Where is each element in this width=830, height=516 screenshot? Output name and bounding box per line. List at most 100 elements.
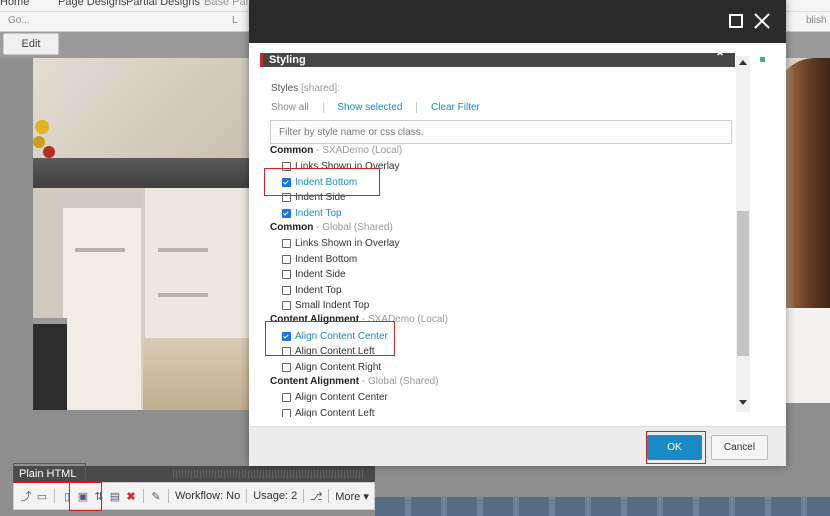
style-option[interactable]: Indent Top: [282, 284, 342, 297]
kitchen-backsplash: [33, 58, 249, 158]
personalize-icon[interactable]: ✎: [149, 489, 163, 503]
style-option-label: Indent Side: [295, 269, 346, 281]
group-scope: - SXADemo (Local): [313, 145, 403, 156]
fruit-decoration: [35, 120, 49, 134]
checkbox-icon[interactable]: [282, 239, 291, 249]
style-option-label: Indent Top: [295, 284, 342, 296]
checkbox-icon[interactable]: [282, 393, 291, 403]
clear-filter-link[interactable]: Clear Filter: [431, 102, 480, 113]
link-separator: [416, 102, 418, 113]
scroll-up-icon[interactable]: [739, 60, 747, 65]
checked-checkbox-icon[interactable]: [282, 331, 291, 341]
filter-links: Show all Show selected Clear Filter: [271, 102, 480, 113]
ribbon-tab[interactable]: Home: [0, 0, 29, 8]
checkbox-icon[interactable]: [282, 162, 291, 172]
group-name: Common: [270, 145, 314, 156]
style-option-label: Links Shown in Overlay: [295, 238, 400, 250]
component-label[interactable]: Plain HTML: [13, 466, 375, 482]
style-group-header: Common - SXADemo (Local): [270, 145, 402, 156]
group-scope: - Global (Shared): [359, 376, 439, 387]
show-all-link[interactable]: Show all: [271, 102, 309, 113]
maximize-icon[interactable]: [729, 14, 743, 28]
checkbox-icon[interactable]: [282, 301, 291, 310]
style-option[interactable]: Indent Top: [282, 207, 342, 220]
edit-text-icon[interactable]: ▭: [35, 489, 49, 503]
style-option[interactable]: Links Shown in Overlay: [282, 160, 400, 173]
kitchen-oven: [33, 318, 67, 410]
checkbox-icon[interactable]: [282, 193, 291, 203]
ribbon-sub-item[interactable]: L: [232, 15, 238, 26]
page-strip: [375, 497, 830, 516]
checkbox-icon[interactable]: [282, 270, 291, 280]
group-name: Content Alignment: [270, 376, 360, 387]
kitchen-image[interactable]: [33, 58, 249, 410]
group-name: Common: [270, 222, 314, 233]
style-option-label: Links Shown in Overlay: [295, 161, 400, 173]
workflow-status: Workflow: No: [175, 490, 241, 502]
status-indicator: [760, 57, 765, 62]
ok-button[interactable]: OK: [647, 435, 702, 460]
test-icon[interactable]: ⎇: [309, 489, 323, 503]
ribbon-sub-item[interactable]: blish: [806, 15, 827, 26]
drag-handle[interactable]: [173, 470, 363, 478]
toolbar-separator: [168, 489, 169, 503]
checked-checkbox-icon[interactable]: [282, 177, 291, 187]
ribbon-sub-item[interactable]: Go...: [8, 15, 30, 26]
show-selected-link[interactable]: Show selected: [337, 102, 402, 113]
style-option-label: Align Content Left: [295, 346, 375, 358]
scrollbar-thumb[interactable]: [737, 211, 749, 356]
style-option[interactable]: Indent Side: [282, 191, 346, 204]
component-toolbar: ⤴ ▭ ▯ ▣ ⇅ ▤ ✖ ✎ Workflow: No Usage: 2 ⎇ …: [13, 482, 375, 510]
move-component-icon[interactable]: ⇅: [92, 489, 106, 503]
checkbox-icon[interactable]: [282, 362, 291, 372]
style-option[interactable]: Indent Bottom: [282, 176, 357, 189]
cancel-button[interactable]: Cancel: [711, 435, 768, 460]
style-group-header: Content Alignment - Global (Shared): [270, 376, 439, 387]
ribbon-tab[interactable]: Page Designs: [58, 0, 127, 8]
style-option[interactable]: Indent Bottom: [282, 253, 357, 266]
checkbox-icon[interactable]: [282, 347, 291, 357]
select-parent-icon[interactable]: ⤴: [19, 489, 33, 503]
style-option[interactable]: Align Content Center: [282, 391, 388, 404]
cabinet-handle: [158, 293, 208, 297]
toolbar-separator: [328, 489, 330, 503]
style-option-label: Align Content Right: [295, 361, 382, 373]
style-option[interactable]: Indent Side: [282, 268, 346, 281]
checkbox-icon[interactable]: [282, 254, 291, 264]
ribbon-tab[interactable]: Partial Designs: [126, 0, 200, 8]
delete-icon[interactable]: ✖: [124, 489, 138, 503]
toolbar-separator: [54, 489, 55, 503]
checked-checkbox-icon[interactable]: [282, 208, 291, 218]
data-source-icon[interactable]: ▤: [108, 489, 122, 503]
styles-label: Styles [shared]:: [271, 83, 340, 94]
style-option[interactable]: Align Content Left: [282, 345, 375, 358]
style-option[interactable]: Small Indent Top: [282, 299, 369, 312]
filter-input[interactable]: [270, 120, 732, 144]
styles-label-text: Styles: [271, 83, 299, 94]
style-option-label: Indent Side: [295, 192, 346, 204]
edit-button[interactable]: Edit: [3, 33, 59, 55]
kitchen-floor: [143, 338, 249, 410]
more-menu[interactable]: More ▾: [335, 490, 369, 503]
section-header[interactable]: Styling ⌃: [260, 53, 735, 67]
scrollbar[interactable]: [736, 56, 750, 412]
scroll-down-icon[interactable]: [739, 400, 747, 405]
rendering-properties-icon[interactable]: ▯: [60, 489, 74, 503]
style-option[interactable]: Align Content Right: [282, 361, 381, 374]
style-option[interactable]: Align Content Left: [282, 407, 375, 417]
toolbar-separator: [246, 489, 248, 503]
checkbox-icon[interactable]: [282, 408, 291, 417]
close-icon[interactable]: [752, 11, 772, 31]
styling-icon[interactable]: ▣: [76, 489, 90, 503]
component-name: Plain HTML: [19, 468, 77, 480]
checkbox-icon[interactable]: [282, 285, 291, 295]
style-group-header: Common - Global (Shared): [270, 222, 393, 233]
fruit-decoration: [43, 146, 55, 158]
style-option-label: Align Content Left: [295, 407, 375, 417]
kitchen-cabinet-lower: [63, 208, 143, 410]
group-scope: - SXADemo (Local): [359, 314, 448, 326]
style-option[interactable]: Links Shown in Overlay: [282, 237, 400, 250]
collapse-icon[interactable]: ⌃: [715, 53, 725, 64]
style-option[interactable]: Align Content Center: [282, 330, 388, 343]
group-scope: - Global (Shared): [313, 222, 393, 233]
